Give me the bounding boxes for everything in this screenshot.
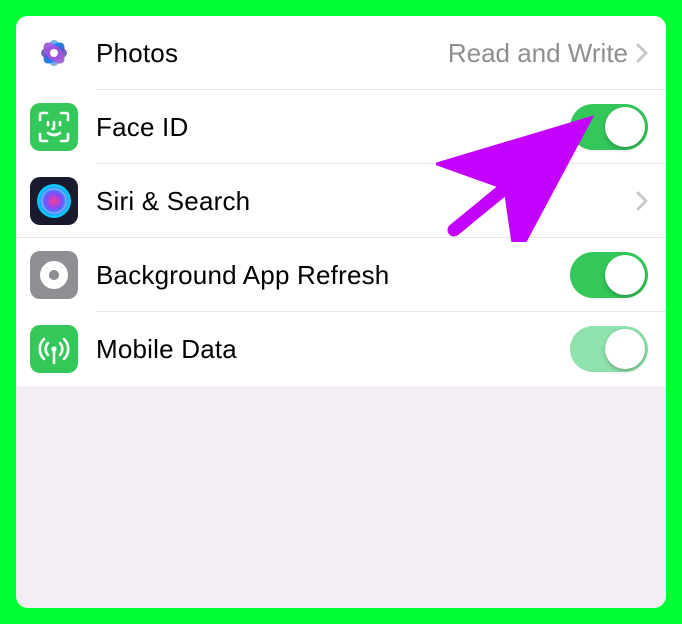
settings-panel: Photos Read and Write <box>16 16 666 608</box>
settings-list: Photos Read and Write <box>16 16 666 386</box>
toggle-knob <box>605 329 645 369</box>
chevron-right-icon <box>636 43 648 63</box>
row-photos[interactable]: Photos Read and Write <box>16 16 666 90</box>
background-refresh-toggle[interactable] <box>570 252 648 298</box>
toggle-knob <box>605 255 645 295</box>
face-id-icon <box>30 103 78 151</box>
photos-icon <box>30 29 78 77</box>
mobile-data-toggle[interactable] <box>570 326 648 372</box>
row-label: Face ID <box>96 112 570 143</box>
row-mobile-data[interactable]: Mobile Data <box>16 312 666 386</box>
siri-icon <box>30 177 78 225</box>
toggle-knob <box>605 107 645 147</box>
row-face-id[interactable]: Face ID <box>16 90 666 164</box>
row-background-app-refresh[interactable]: Background App Refresh <box>16 238 666 312</box>
row-label: Background App Refresh <box>96 260 570 291</box>
chevron-right-icon <box>636 191 648 211</box>
row-detail: Read and Write <box>448 38 628 69</box>
row-label: Mobile Data <box>96 334 570 365</box>
gear-icon <box>30 251 78 299</box>
row-siri-search[interactable]: Siri & Search <box>16 164 666 238</box>
row-label: Siri & Search <box>96 186 636 217</box>
antenna-icon <box>30 325 78 373</box>
face-id-toggle[interactable] <box>570 104 648 150</box>
row-label: Photos <box>96 38 448 69</box>
